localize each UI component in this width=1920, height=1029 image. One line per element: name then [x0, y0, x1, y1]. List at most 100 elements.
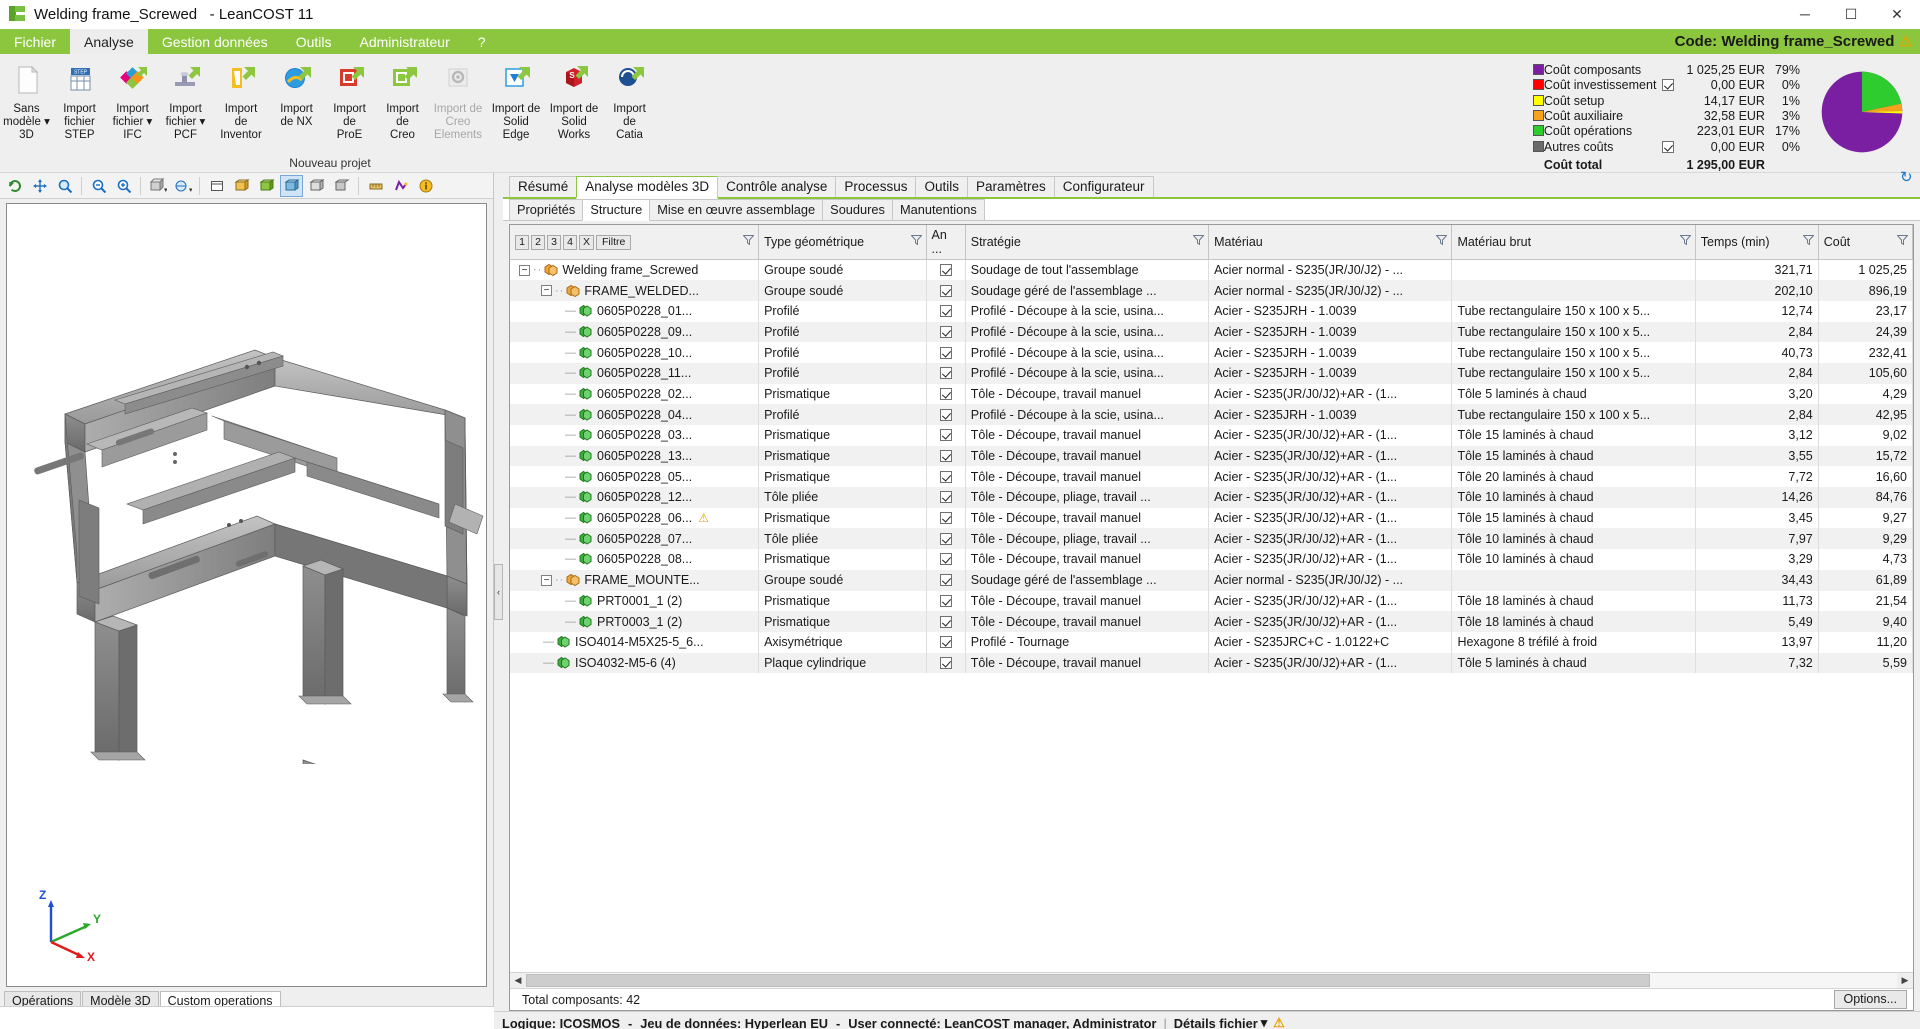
- table-row[interactable]: —0605P0228_12...Tôle pliéeTôle - Découpe…: [510, 487, 1913, 508]
- cell-analyse-checkbox[interactable]: [926, 363, 965, 384]
- table-row[interactable]: —PRT0003_1 (2)PrismatiqueTôle - Découpe,…: [510, 611, 1913, 632]
- render-solid-icon[interactable]: [330, 175, 353, 197]
- render-iso-icon[interactable]: [280, 175, 303, 197]
- cell-name[interactable]: —0605P0228_02...: [510, 384, 759, 405]
- splitter-handle[interactable]: ‹: [494, 564, 503, 620]
- scroll-right-arrow[interactable]: ▶: [1897, 973, 1913, 988]
- refresh-icon[interactable]: ↻: [1900, 168, 1916, 184]
- checkbox-checked-icon[interactable]: [940, 367, 952, 379]
- checkbox-checked-icon[interactable]: [940, 657, 952, 669]
- cell-analyse-checkbox[interactable]: [926, 322, 965, 343]
- maximize-button[interactable]: ☐: [1828, 0, 1874, 29]
- table-row[interactable]: −··FRAME_WELDED...Groupe soudéSoudage gé…: [510, 280, 1913, 301]
- view-orient-icon[interactable]: ▾: [171, 175, 194, 197]
- cell-name[interactable]: —0605P0228_07...: [510, 528, 759, 549]
- checkbox-checked-icon[interactable]: [940, 429, 952, 441]
- checkbox-checked-icon[interactable]: [940, 574, 952, 586]
- preset-button-1[interactable]: 1: [515, 235, 529, 250]
- measure-icon[interactable]: [364, 175, 387, 197]
- chevron-down-icon[interactable]: ▾: [1258, 1015, 1267, 1029]
- cell-analyse-checkbox[interactable]: [926, 611, 965, 632]
- table-row[interactable]: —PRT0001_1 (2)PrismatiqueTôle - Découpe,…: [510, 591, 1913, 612]
- cell-analyse-checkbox[interactable]: [926, 528, 965, 549]
- checkbox-checked-icon[interactable]: [940, 471, 952, 483]
- cell-name[interactable]: —0605P0228_06...⚠: [510, 508, 759, 529]
- table-row[interactable]: —0605P0228_13...PrismatiqueTôle - Découp…: [510, 446, 1913, 467]
- tab-structure[interactable]: Structure: [582, 199, 650, 221]
- cell-analyse-checkbox[interactable]: [926, 260, 965, 281]
- menu-item-administrateur[interactable]: Administrateur: [345, 29, 463, 54]
- cell-analyse-checkbox[interactable]: [926, 404, 965, 425]
- pane-splitter[interactable]: ‹: [494, 173, 503, 1011]
- ribbon-button-import-creo[interactable]: Import de Creo: [376, 58, 429, 148]
- checkbox-checked-icon[interactable]: [940, 326, 952, 338]
- section-icon[interactable]: [389, 175, 412, 197]
- ribbon-button-import-catia[interactable]: Import de Catia: [603, 58, 656, 148]
- cell-name[interactable]: —0605P0228_13...: [510, 446, 759, 467]
- cell-name[interactable]: —ISO4032-M5-6 (4): [510, 653, 759, 674]
- filter-button[interactable]: Filtre: [596, 235, 631, 250]
- cell-name[interactable]: —0605P0228_04...: [510, 404, 759, 425]
- ribbon-button-import-ifc[interactable]: Import fichier ▾ IFC: [106, 58, 159, 148]
- horizontal-scrollbar[interactable]: ◀ ▶: [510, 972, 1913, 988]
- tab-outils[interactable]: Outils: [915, 176, 968, 197]
- cell-name[interactable]: —0605P0228_11...: [510, 363, 759, 384]
- cell-analyse-checkbox[interactable]: [926, 342, 965, 363]
- checkbox-checked-icon[interactable]: [940, 347, 952, 359]
- cell-analyse-checkbox[interactable]: [926, 384, 965, 405]
- zoom-icon[interactable]: [53, 175, 76, 197]
- table-row[interactable]: —0605P0228_02...PrismatiqueTôle - Découp…: [510, 384, 1913, 405]
- ribbon-button-import-step[interactable]: STEP Import fichier STEP: [53, 58, 106, 148]
- table-row[interactable]: —0605P0228_09...ProfiléProfilé - Découpe…: [510, 322, 1913, 343]
- filter-funnel-icon[interactable]: [1193, 234, 1204, 244]
- ribbon-button-import-pcf[interactable]: Import fichier ▾ PCF: [159, 58, 212, 148]
- cell-name[interactable]: —0605P0228_05...: [510, 466, 759, 487]
- table-row[interactable]: —0605P0228_01...ProfiléProfilé - Découpe…: [510, 301, 1913, 322]
- preset-button-4[interactable]: 4: [563, 235, 577, 250]
- ribbon-button-import-solid-works[interactable]: S Import de Solid Works: [545, 58, 603, 148]
- cost-checkbox[interactable]: [1660, 77, 1676, 92]
- scroll-track[interactable]: [526, 973, 1897, 988]
- ribbon-button-sans-modele-3d[interactable]: Sans modèle ▾ 3D: [0, 58, 53, 148]
- tab-mise-en-oeuvre-assemblage[interactable]: Mise en œuvre assemblage: [649, 199, 823, 220]
- pan-icon[interactable]: [28, 175, 51, 197]
- table-row[interactable]: —0605P0228_10...ProfiléProfilé - Découpe…: [510, 342, 1913, 363]
- cell-analyse-checkbox[interactable]: [926, 466, 965, 487]
- minimize-button[interactable]: ─: [1782, 0, 1828, 29]
- filter-funnel-icon[interactable]: [1680, 234, 1691, 244]
- cell-name[interactable]: —0605P0228_12...: [510, 487, 759, 508]
- tree-expander[interactable]: −: [541, 285, 552, 296]
- table-row[interactable]: —0605P0228_05...PrismatiqueTôle - Découp…: [510, 466, 1913, 487]
- preset-button-3[interactable]: 3: [547, 235, 561, 250]
- cell-analyse-checkbox[interactable]: [926, 487, 965, 508]
- render-flat-icon[interactable]: [305, 175, 328, 197]
- checkbox-checked-icon[interactable]: [940, 264, 952, 276]
- cell-name[interactable]: —0605P0228_10...: [510, 342, 759, 363]
- checkbox-checked-icon[interactable]: [940, 616, 952, 628]
- filter-funnel-icon[interactable]: [911, 234, 922, 244]
- checkbox-checked-icon[interactable]: [940, 595, 952, 607]
- model-3d-viewport[interactable]: Z Y X: [6, 203, 487, 987]
- cell-analyse-checkbox[interactable]: [926, 508, 965, 529]
- scroll-thumb[interactable]: [526, 974, 1650, 987]
- tab-proprietes[interactable]: Propriétés: [509, 199, 583, 220]
- status-details-file[interactable]: Détails fichier: [1174, 1016, 1258, 1029]
- checkbox-checked-icon[interactable]: [940, 285, 952, 297]
- menu-item-fichier[interactable]: Fichier: [0, 29, 70, 54]
- filter-funnel-icon[interactable]: [743, 234, 754, 244]
- cell-analyse-checkbox[interactable]: [926, 591, 965, 612]
- tab-processus[interactable]: Processus: [835, 176, 916, 197]
- options-button[interactable]: Options...: [1834, 990, 1908, 1009]
- checkbox-checked-icon[interactable]: [940, 388, 952, 400]
- menu-item-analyse[interactable]: Analyse: [70, 29, 148, 54]
- table-row[interactable]: —0605P0228_07...Tôle pliéeTôle - Découpe…: [510, 528, 1913, 549]
- tab-resume[interactable]: Résumé: [509, 176, 577, 197]
- cell-name[interactable]: −··Welding frame_Screwed: [510, 260, 759, 281]
- table-row[interactable]: —0605P0228_06...⚠PrismatiqueTôle - Décou…: [510, 508, 1913, 529]
- table-row[interactable]: —0605P0228_03...PrismatiqueTôle - Découp…: [510, 425, 1913, 446]
- view-cube-icon[interactable]: ▾: [146, 175, 169, 197]
- menu-item-outils[interactable]: Outils: [282, 29, 346, 54]
- cell-analyse-checkbox[interactable]: [926, 425, 965, 446]
- checkbox-checked-icon[interactable]: [940, 553, 952, 565]
- close-button[interactable]: ✕: [1874, 0, 1920, 29]
